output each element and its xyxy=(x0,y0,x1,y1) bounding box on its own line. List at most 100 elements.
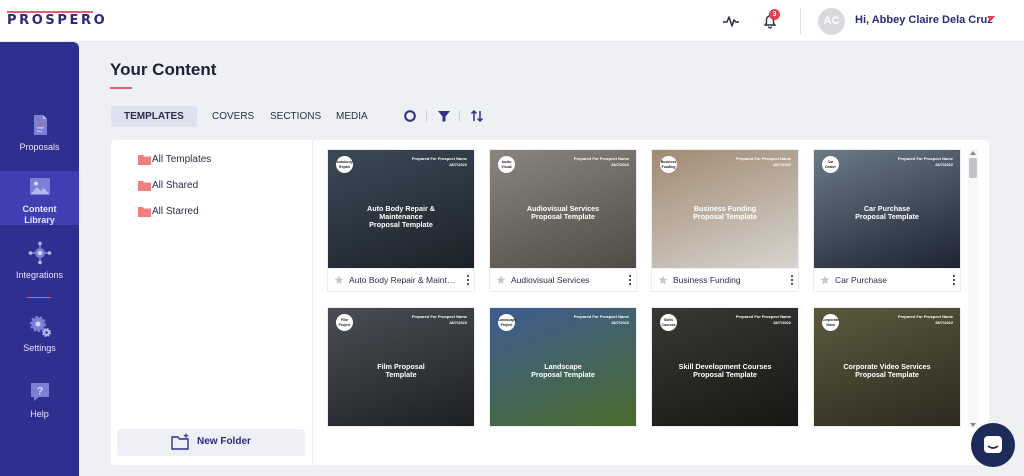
template-card[interactable]: Film Project Prepared For Prospect Name 28… xyxy=(327,307,475,427)
tab-templates[interactable]: TEMPLATES xyxy=(111,106,197,127)
activity-icon[interactable] xyxy=(721,11,741,31)
more-options-icon[interactable] xyxy=(465,274,471,286)
toolbar-divider xyxy=(459,110,460,122)
top-bar: PROSPERO 3 AC Hi, Abbey Claire Dela Cruz xyxy=(0,0,1024,42)
prepared-for-text: Prepared For Prospect Name 28/7/2022 xyxy=(573,156,629,167)
sidebar-item-label: Integrations xyxy=(15,270,64,280)
template-thumbnail[interactable]: Car Dealer Prepared For Prospect Name 28/7… xyxy=(814,150,960,268)
template-cover-title: Skill Development Courses Proposal Templa… xyxy=(678,362,772,379)
svg-text:?: ? xyxy=(36,386,43,398)
scroll-down-arrow[interactable] xyxy=(970,423,976,427)
image-icon xyxy=(29,178,50,195)
prepared-for-text: Prepared For Prospect Name 28/7/2022 xyxy=(573,314,629,325)
template-card[interactable]: Skills Courses Prepared For Prospect Name… xyxy=(651,307,799,427)
scrollbar[interactable] xyxy=(968,149,978,429)
content-panel: All Templates All Shared All Starred New… xyxy=(111,140,989,465)
tab-covers[interactable]: COVERS xyxy=(212,106,254,127)
star-icon[interactable] xyxy=(496,275,506,285)
template-cover-title: Corporate Video Services Proposal Templat… xyxy=(843,362,931,379)
template-cover-title: Auto Body Repair & Maintenance Proposal Te… xyxy=(367,204,435,229)
template-card[interactable]: Corporate Video Prepared For Prospect Nam… xyxy=(813,307,961,427)
new-folder-label: New Folder xyxy=(197,436,251,447)
template-name: Audiovisual Services xyxy=(511,275,590,285)
star-icon[interactable] xyxy=(658,275,668,285)
title-underline xyxy=(110,87,132,89)
chevron-down-icon[interactable] xyxy=(987,16,995,21)
template-card-footer: Audiovisual Services xyxy=(490,268,636,291)
star-icon[interactable] xyxy=(334,275,344,285)
template-thumbnail[interactable]: Landscape Project Prepared For Prospect N… xyxy=(490,308,636,426)
template-card[interactable]: Autobody Repair Prepared For Prospect Nam… xyxy=(327,149,475,292)
document-icon xyxy=(33,115,47,135)
sidebar-item-proposals[interactable]: Proposals xyxy=(0,112,79,153)
template-thumbnail[interactable]: Film Project Prepared For Prospect Name 28… xyxy=(328,308,474,426)
template-cover-title: Film Proposal Template xyxy=(377,362,425,379)
template-logo-badge: Autobody Repair xyxy=(336,156,353,173)
chat-icon xyxy=(984,436,1002,453)
user-greeting[interactable]: Hi, Abbey Claire Dela Cruz xyxy=(855,14,993,26)
template-name: Car Purchase xyxy=(835,275,887,285)
more-options-icon[interactable] xyxy=(951,274,957,286)
prepared-for-text: Prepared For Prospect Name 28/7/2022 xyxy=(897,314,953,325)
template-logo-badge: Car Dealer xyxy=(822,156,839,173)
sidebar-item-label: Settings xyxy=(23,343,56,353)
chat-button[interactable] xyxy=(971,423,1015,467)
sidebar-item-label: Proposals xyxy=(19,142,60,152)
template-logo-badge: Business Funding xyxy=(660,156,677,173)
template-logo-badge: Film Project xyxy=(336,314,353,331)
template-thumbnail[interactable]: Audio Visual Prepared For Prospect Name 28… xyxy=(490,150,636,268)
folder-label: All Shared xyxy=(152,180,199,191)
sidebar-item-settings[interactable]: Settings xyxy=(0,313,79,354)
folder-list: All Templates All Shared All Starred New… xyxy=(111,140,313,465)
tab-media[interactable]: MEDIA xyxy=(336,106,368,127)
prepared-for-text: Prepared For Prospect Name 28/7/2022 xyxy=(411,314,467,325)
prepared-for-text: Prepared For Prospect Name 28/7/2022 xyxy=(411,156,467,167)
prepared-for-text: Prepared For Prospect Name 28/7/2022 xyxy=(735,314,791,325)
more-options-icon[interactable] xyxy=(627,274,633,286)
toolbar-divider xyxy=(426,110,427,122)
template-cover-title: Audiovisual Services Proposal Template xyxy=(526,204,600,221)
template-grid: Autobody Repair Prepared For Prospect Nam… xyxy=(327,149,967,465)
template-card[interactable]: Car Dealer Prepared For Prospect Name 28/7… xyxy=(813,149,961,292)
sidebar-item-help[interactable]: ? Help xyxy=(0,379,79,420)
template-card-footer: Car Purchase xyxy=(814,268,960,291)
scroll-thumb[interactable] xyxy=(969,158,977,178)
template-cover-title: Car Purchase Proposal Template xyxy=(855,204,919,221)
notification-badge: 3 xyxy=(769,9,780,20)
help-icon: ? xyxy=(30,383,49,401)
folder-label: All Templates xyxy=(152,154,212,165)
template-card-footer: Auto Body Repair & Mainte… xyxy=(328,268,474,291)
more-options-icon[interactable] xyxy=(789,274,795,286)
template-name: Auto Body Repair & Mainte… xyxy=(349,275,459,285)
template-card[interactable]: Business Funding Prepared For Prospect Na… xyxy=(651,149,799,292)
sidebar: Proposals Content Library Integrations S… xyxy=(0,42,79,476)
template-thumbnail[interactable]: Autobody Repair Prepared For Prospect Nam… xyxy=(328,150,474,268)
filter-icon[interactable] xyxy=(436,108,452,124)
tab-sections[interactable]: SECTIONS xyxy=(270,106,321,127)
folder-add-icon xyxy=(171,433,189,450)
template-card-footer: Business Funding xyxy=(652,268,798,291)
sort-icon[interactable] xyxy=(469,108,485,124)
sidebar-item-label: Help xyxy=(30,409,49,419)
template-card[interactable]: Landscape Project Prepared For Prospect N… xyxy=(489,307,637,427)
prepared-for-text: Prepared For Prospect Name 28/7/2022 xyxy=(735,156,791,167)
template-name: Business Funding xyxy=(673,275,741,285)
logo[interactable]: PROSPERO xyxy=(7,13,107,28)
search-icon[interactable] xyxy=(402,108,418,124)
template-card[interactable]: Audio Visual Prepared For Prospect Name 28… xyxy=(489,149,637,292)
scroll-up-arrow[interactable] xyxy=(970,151,976,155)
folder-icon xyxy=(138,155,151,165)
template-thumbnail[interactable]: Skills Courses Prepared For Prospect Name… xyxy=(652,308,798,426)
star-icon[interactable] xyxy=(820,275,830,285)
new-folder-button[interactable]: New Folder xyxy=(117,429,305,456)
folder-icon xyxy=(138,181,151,191)
template-cover-title: Landscape Proposal Template xyxy=(531,362,595,379)
sidebar-item-integrations[interactable]: Integrations xyxy=(0,240,79,281)
sidebar-item-content-library[interactable]: Content Library xyxy=(0,171,79,225)
integrations-icon xyxy=(28,241,51,265)
page-title: Your Content xyxy=(110,60,217,79)
template-thumbnail[interactable]: Business Funding Prepared For Prospect Na… xyxy=(652,150,798,268)
avatar[interactable]: AC xyxy=(818,8,845,35)
sidebar-item-label: Content Library xyxy=(22,204,57,225)
template-thumbnail[interactable]: Corporate Video Prepared For Prospect Nam… xyxy=(814,308,960,426)
